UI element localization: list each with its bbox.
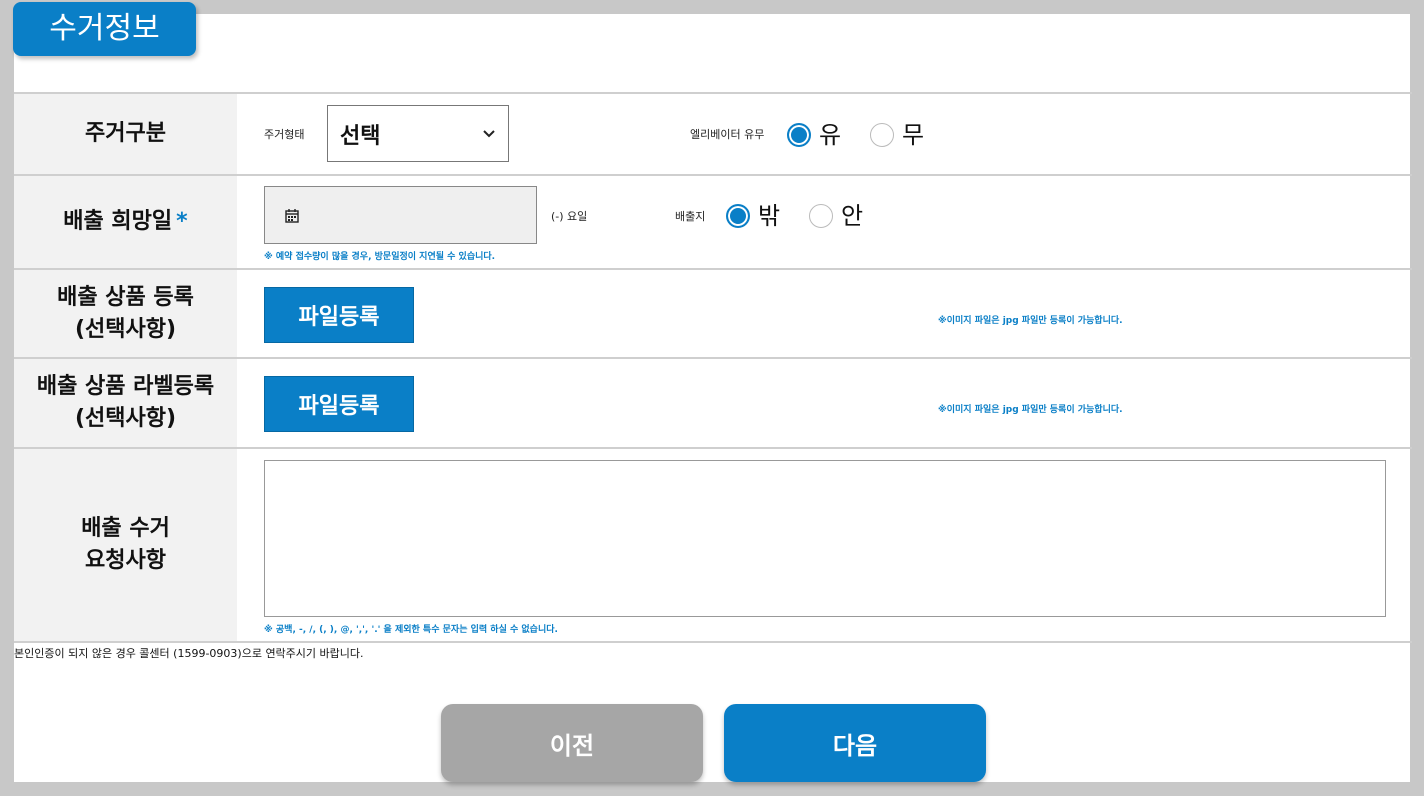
weekday-text: (-) 요일	[551, 210, 588, 223]
radio-unselected-icon	[870, 123, 894, 147]
housing-type-label: 주거형태	[264, 128, 305, 141]
elevator-no-label: 무	[902, 121, 925, 149]
date-input[interactable]	[264, 186, 537, 244]
section-title: 수거정보	[13, 2, 196, 56]
product-note: ※이미지 파일은 jpg 파일만 등록이 가능합니다.	[938, 316, 1123, 326]
footer-notice: 본인인증이 되지 않은 경우 콜센터 (1599-0903)으로 연락주시기 바…	[14, 647, 364, 660]
date-label: 배출 희망일 *	[14, 176, 237, 268]
place-inside-radio[interactable]: 안	[809, 202, 863, 230]
place-inside-label: 안	[841, 202, 864, 230]
divider	[14, 641, 1412, 643]
product-label-line2: (선택사항)	[74, 316, 177, 342]
product-label: 배출 상품 등록 (선택사항)	[14, 270, 237, 357]
housing-label-text: 주거구분	[85, 121, 166, 146]
chevron-down-icon	[482, 124, 496, 143]
housing-type-select[interactable]: 선택	[327, 105, 509, 162]
label-file-button[interactable]: 파일등록	[264, 376, 414, 432]
date-note: ※ 예약 접수량이 많을 경우, 방문일정이 지연될 수 있습니다.	[264, 252, 496, 262]
date-label-text: 배출 희망일	[63, 209, 173, 234]
place-outside-label: 밖	[758, 202, 781, 230]
calendar-icon	[285, 208, 299, 227]
place-label: 배출지	[675, 210, 706, 223]
request-label: 배출 수거 요청사항	[14, 449, 237, 641]
elevator-label: 엘리베이터 유무	[690, 128, 765, 141]
prev-button[interactable]: 이전	[441, 704, 703, 782]
label-reg-label-line1: 배출 상품 라벨등록	[36, 374, 215, 399]
label-reg-label-line2: (선택사항)	[74, 406, 177, 431]
product-file-button[interactable]: 파일등록	[264, 287, 414, 343]
product-label-line1: 배출 상품 등록	[57, 284, 194, 310]
request-label-line2: 요청사항	[85, 548, 166, 573]
label-reg-label: 배출 상품 라벨등록 (선택사항)	[14, 359, 237, 447]
request-label-line1: 배출 수거	[81, 516, 170, 541]
elevator-no-radio[interactable]: 무	[870, 121, 924, 149]
next-button[interactable]: 다음	[724, 704, 986, 782]
housing-label: 주거구분	[14, 94, 237, 174]
radio-unselected-icon	[809, 204, 833, 228]
elevator-yes-label: 유	[819, 121, 842, 149]
housing-type-value: 선택	[340, 124, 381, 149]
radio-selected-icon	[787, 123, 811, 147]
request-note: ※ 공백, -, /, (, ), @, ',', '.' 을 제외한 특수 문…	[264, 625, 558, 635]
request-textarea[interactable]	[264, 460, 1386, 617]
required-mark: *	[176, 209, 188, 234]
elevator-yes-radio[interactable]: 유	[787, 121, 841, 149]
radio-selected-icon	[726, 204, 750, 228]
label-reg-note: ※이미지 파일은 jpg 파일만 등록이 가능합니다.	[938, 405, 1123, 415]
place-outside-radio[interactable]: 밖	[726, 202, 780, 230]
